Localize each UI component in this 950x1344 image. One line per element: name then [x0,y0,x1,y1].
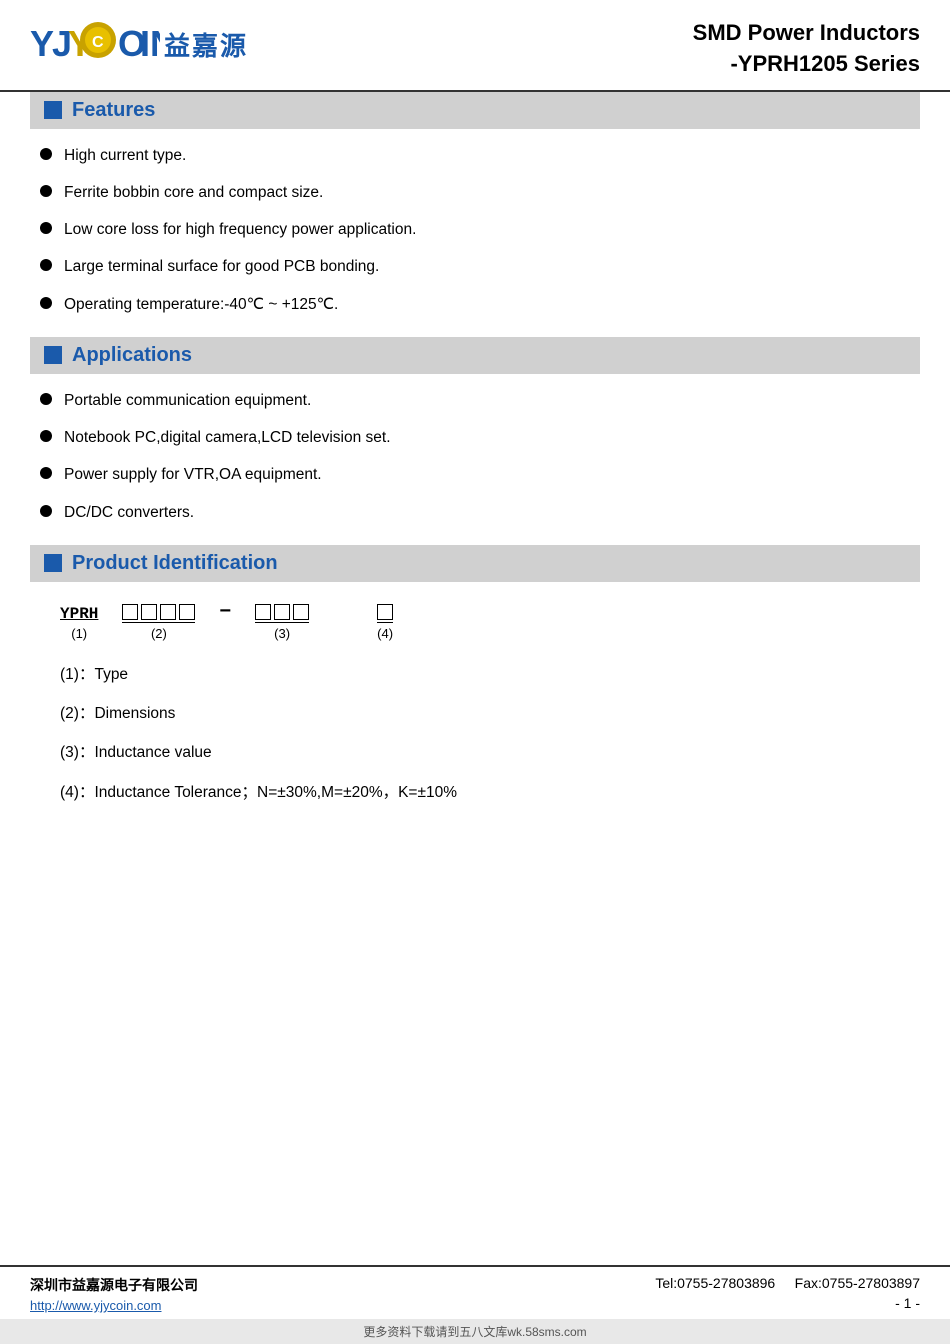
bullet-dot [40,148,52,160]
id-detail-desc-3: Inductance value [94,744,211,761]
diagram-num-1: (1) [71,626,87,641]
diagram-num-4: (4) [377,626,393,641]
id-detail-num-1: (1)： [60,666,94,683]
box-3-1 [255,604,271,620]
applications-icon [44,346,62,364]
id-detail-desc-2: Dimensions [94,705,175,722]
footer-fax: Fax:0755-27803897 [795,1275,920,1291]
applications-section: Applications Portable communication equi… [30,337,920,531]
id-details: (1)：Type (2)：Dimensions (3)：Inductance v… [60,655,920,812]
bullet-dot [40,185,52,197]
id-detail-num-4: (4)： [60,784,94,801]
product-id-title: Product Identification [72,552,278,575]
feature-item-1: High current type. [64,144,186,167]
watermark-text: 更多资料下载请到五八文库wk.58sms.com [363,1325,586,1339]
footer-company: 深圳市益嘉源电子有限公司 [30,1275,198,1295]
bullet-dot [40,467,52,479]
bullet-dot [40,259,52,271]
list-item: Large terminal surface for good PCB bond… [30,248,920,285]
logo-area: Y J Y C O I N 益嘉源 [30,18,248,70]
bullet-dot [40,393,52,405]
product-id-section: Product Identification YPRH (1) [30,545,920,812]
title-line2: -YPRH1205 Series [693,49,920,80]
id-detail-3: (3)：Inductance value [60,733,920,772]
footer-page: - 1 - [655,1295,920,1311]
id-detail-2: (2)：Dimensions [60,694,920,733]
logo-svg: Y J Y C O I N [30,18,160,70]
list-item: High current type. [30,137,920,174]
box-2-4 [179,604,195,620]
product-id-diagram: YPRH (1) (2) − [60,600,920,641]
diagram-part-3: (3) [255,604,309,641]
features-icon [44,101,62,119]
main-content: Features High current type. Ferrite bobb… [0,92,950,1265]
diagram-part-2: (2) [122,604,195,641]
features-section: Features High current type. Ferrite bobb… [30,92,920,323]
list-item: DC/DC converters. [30,494,920,531]
box-2-2 [141,604,157,620]
header: Y J Y C O I N 益嘉源 SMD P [0,0,950,92]
id-detail-1: (1)：Type [60,655,920,694]
applications-header: Applications [30,337,920,374]
diagram-num-3: (3) [274,626,290,641]
box-3-2 [274,604,290,620]
box-3-3 [293,604,309,620]
product-id-icon [44,554,62,572]
svg-text:C: C [92,34,104,51]
applications-list: Portable communication equipment. Notebo… [30,382,920,531]
bullet-dot [40,297,52,309]
diagram-dash: − [219,600,231,623]
list-item: Portable communication equipment. [30,382,920,419]
diagram-part-4: (4) [377,604,393,641]
list-item: Notebook PC,digital camera,LCD televisio… [30,419,920,456]
svg-text:Y: Y [30,23,54,64]
footer-tel: Tel:0755-27803896 [655,1275,775,1291]
app-item-1: Portable communication equipment. [64,389,311,412]
list-item: Operating temperature:-40℃ ~ +125℃. [30,286,920,323]
footer: 深圳市益嘉源电子有限公司 http://www.yjycoin.com Tel:… [0,1265,950,1319]
bullet-dot [40,222,52,234]
id-detail-num-3: (3)： [60,744,94,761]
app-item-4: DC/DC converters. [64,501,194,524]
box-2-1 [122,604,138,620]
bullet-dot [40,430,52,442]
id-detail-desc-1: Type [94,666,128,683]
diagram-num-2: (2) [151,626,167,641]
header-title: SMD Power Inductors -YPRH1205 Series [693,18,920,80]
title-line1: SMD Power Inductors [693,18,920,49]
box-4-1 [377,604,393,620]
bullet-dot [40,505,52,517]
page: Y J Y C O I N 益嘉源 SMD P [0,0,950,1344]
diagram-part-1: YPRH (1) [60,605,98,641]
feature-item-5: Operating temperature:-40℃ ~ +125℃. [64,293,338,316]
feature-item-2: Ferrite bobbin core and compact size. [64,181,323,204]
features-list: High current type. Ferrite bobbin core a… [30,137,920,323]
id-detail-4: (4)：Inductance Tolerance；N=±30%,M=±20%，K… [60,773,920,812]
watermark: 更多资料下载请到五八文库wk.58sms.com [0,1319,950,1344]
id-detail-num-2: (2)： [60,705,94,722]
footer-left: 深圳市益嘉源电子有限公司 http://www.yjycoin.com [30,1275,198,1313]
feature-item-3: Low core loss for high frequency power a… [64,218,416,241]
list-item: Ferrite bobbin core and compact size. [30,174,920,211]
features-header: Features [30,92,920,129]
svg-text:N: N [150,23,160,64]
svg-text:I: I [140,23,150,64]
list-item: Low core loss for high frequency power a… [30,211,920,248]
footer-contact: Tel:0755-27803896 Fax:0755-27803897 [655,1275,920,1291]
box-2-3 [160,604,176,620]
list-item: Power supply for VTR,OA equipment. [30,456,920,493]
app-item-3: Power supply for VTR,OA equipment. [64,463,322,486]
app-item-2: Notebook PC,digital camera,LCD televisio… [64,426,391,449]
features-title: Features [72,99,155,122]
logo-cn-text: 益嘉源 [164,26,248,63]
footer-url[interactable]: http://www.yjycoin.com [30,1298,198,1313]
applications-title: Applications [72,344,192,367]
footer-right: Tel:0755-27803896 Fax:0755-27803897 - 1 … [655,1275,920,1311]
diagram-code-1: YPRH [60,605,98,623]
product-id-header: Product Identification [30,545,920,582]
feature-item-4: Large terminal surface for good PCB bond… [64,255,379,278]
id-detail-desc-4: Inductance Tolerance；N=±30%,M=±20%，K=±10… [94,784,457,801]
